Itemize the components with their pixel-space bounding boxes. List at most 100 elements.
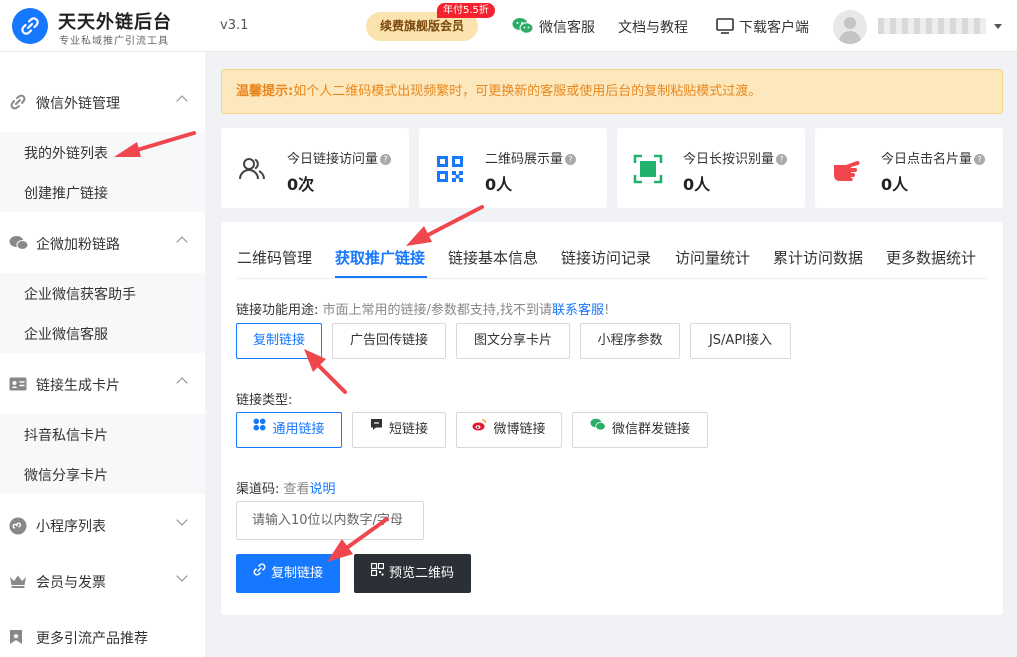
stat-value: 0人 (881, 175, 909, 194)
logo-icon[interactable] (12, 8, 48, 44)
sidebar-group-mini-programs[interactable]: 小程序列表 (0, 505, 205, 545)
sidebar-item-wecom-service[interactable]: 企业微信客服 (0, 313, 205, 353)
link-icon (9, 94, 27, 110)
sidebar: 微信外链管理 我的外链列表 创建推广链接 企微加粉链路 企业微信获客助手 企业微… (0, 52, 205, 657)
sidebar-item-label: 微信分享卡片 (24, 468, 108, 484)
main-content: 温馨提示:如个人二维码模式出现频繁时，可更换新的客服或使用后台的复制粘贴模式过渡… (205, 52, 1017, 655)
sidebar-item-wecom-assistant[interactable]: 企业微信获客助手 (0, 273, 205, 313)
preview-qrcode-button[interactable]: 预览二维码 (354, 554, 471, 593)
help-icon: ? (380, 154, 392, 165)
sidebar-group-label: 微信外链管理 (36, 96, 120, 112)
usage-js-api-button[interactable]: JS/API接入 (690, 323, 791, 359)
bookmark-icon (9, 629, 27, 645)
download-client-link[interactable]: 下载客户端 (716, 17, 809, 38)
crown-icon (9, 573, 27, 589)
sidebar-item-label: 企业微信获客助手 (24, 287, 136, 303)
stat-label: 今日链接访问量? (287, 148, 392, 167)
tab-cumulative-data[interactable]: 累计访问数据 (773, 247, 863, 268)
avatar[interactable] (833, 10, 867, 44)
sidebar-item-my-links[interactable]: 我的外链列表 (0, 132, 205, 172)
wechat-service-label: 微信客服 (539, 20, 595, 36)
sidebar-group-label: 小程序列表 (36, 519, 106, 535)
contact-service-link[interactable]: 联系客服 (552, 303, 604, 318)
notice-prefix: 温馨提示: (236, 84, 294, 99)
type-short-link-button[interactable]: 短链接 (352, 412, 446, 448)
sidebar-group-membership[interactable]: 会员与发票 (0, 561, 205, 601)
type-universal-link-button[interactable]: 通用链接 (236, 412, 342, 448)
help-icon: ? (974, 154, 986, 165)
sidebar-group-label: 会员与发票 (36, 575, 106, 591)
users-icon (237, 154, 267, 184)
sidebar-item-label: 企业微信客服 (24, 327, 108, 343)
scan-icon (633, 154, 663, 184)
active-tab-indicator (335, 276, 427, 278)
usage-copy-link-button[interactable]: 复制链接 (236, 323, 322, 359)
tab-link-basic-info[interactable]: 链接基本信息 (448, 247, 538, 268)
channel-code-label: 渠道码: 查看说明 (236, 482, 336, 497)
download-client-label: 下载客户端 (739, 20, 809, 36)
wechat-icon (512, 17, 534, 39)
usage-label: 链接功能用途: 市面上常用的链接/参数都支持,找不到请联系客服! (236, 303, 610, 318)
help-icon: ? (776, 154, 788, 165)
sidebar-group-cards[interactable]: 链接生成卡片 (0, 364, 205, 404)
monitor-icon (716, 18, 734, 38)
stat-card-qrcode: 二维码展示量? 0人 (419, 128, 607, 208)
username-blurred[interactable] (878, 18, 986, 34)
sidebar-group-label: 链接生成卡片 (36, 378, 120, 394)
link-panel: 二维码管理 获取推广链接 链接基本信息 链接访问记录 访问量统计 累计访问数据 … (221, 222, 1003, 615)
sidebar-item-create-link[interactable]: 创建推广链接 (0, 172, 205, 212)
qrcode-icon (435, 154, 465, 184)
help-icon: ? (565, 154, 577, 165)
stat-card-card-clicks: 今日点击名片量? 0人 (815, 128, 1003, 208)
usage-share-card-button[interactable]: 图文分享卡片 (456, 323, 570, 359)
sidebar-item-label: 抖音私信卡片 (24, 428, 108, 444)
sidebar-group-wechat-links[interactable]: 微信外链管理 (0, 82, 205, 122)
chevron-down-icon[interactable] (994, 24, 1002, 29)
pointing-hand-icon (831, 154, 861, 184)
notice-text: 如个人二维码模式出现频繁时，可更换新的客服或使用后台的复制粘贴模式过渡。 (293, 84, 762, 99)
wechat-service-link[interactable]: 微信客服 (512, 17, 595, 39)
docs-link[interactable]: 文档与教程 (618, 17, 688, 37)
message-icon (370, 411, 383, 445)
stat-label: 今日长按识别量? (683, 148, 788, 167)
id-card-icon (9, 376, 27, 392)
qrcode-icon (370, 553, 385, 592)
logo-title[interactable]: 天天外链后台 (58, 8, 172, 34)
sidebar-item-wechat-card[interactable]: 微信分享卡片 (0, 454, 205, 494)
chat-bubbles-icon (9, 235, 29, 251)
chevron-up-icon (176, 236, 188, 248)
top-header: 天天外链后台 专业私域推广引流工具 v3.1 续费旗舰版会员 年付5.5折 微信… (0, 0, 1017, 52)
sidebar-item-label: 创建推广链接 (24, 186, 108, 202)
tab-more-stats[interactable]: 更多数据统计 (886, 247, 976, 268)
stat-value: 0人 (683, 175, 711, 194)
sidebar-group-wecom[interactable]: 企微加粉链路 (0, 223, 205, 263)
tab-get-promo-link[interactable]: 获取推广链接 (335, 247, 425, 268)
stat-value: 0人 (485, 175, 513, 194)
grid-dots-icon (253, 411, 266, 445)
channel-code-input[interactable]: 请输入10位以内数字/字母 (236, 501, 424, 540)
sidebar-item-douyin-card[interactable]: 抖音私信卡片 (0, 414, 205, 454)
tab-divider (237, 278, 987, 279)
usage-mini-program-button[interactable]: 小程序参数 (580, 323, 680, 359)
tab-qrcode-management[interactable]: 二维码管理 (237, 247, 312, 268)
sidebar-group-label: 更多引流产品推荐 (36, 631, 148, 647)
link-icon (253, 553, 266, 592)
type-wechat-broadcast-button[interactable]: 微信群发链接 (572, 412, 708, 448)
notice-banner: 温馨提示:如个人二维码模式出现频繁时，可更换新的客服或使用后台的复制粘贴模式过渡… (221, 69, 1003, 114)
tab-visit-stats[interactable]: 访问量统计 (675, 247, 750, 268)
sidebar-group-more-products[interactable]: 更多引流产品推荐 (0, 617, 205, 657)
weibo-icon (472, 411, 487, 445)
sidebar-group-label: 企微加粉链路 (36, 237, 120, 253)
tab-visit-records[interactable]: 链接访问记录 (561, 247, 651, 268)
discount-badge: 年付5.5折 (437, 3, 495, 18)
stat-card-scans: 今日长按识别量? 0人 (617, 128, 805, 208)
channel-help-link[interactable]: 说明 (310, 482, 336, 497)
chevron-down-icon (176, 570, 188, 582)
stat-label: 今日点击名片量? (881, 148, 986, 167)
type-weibo-link-button[interactable]: 微博链接 (456, 412, 562, 448)
usage-ad-callback-button[interactable]: 广告回传链接 (332, 323, 446, 359)
version-label: v3.1 (220, 18, 249, 33)
copy-link-button[interactable]: 复制链接 (236, 554, 340, 593)
chevron-up-icon (176, 377, 188, 389)
chevron-up-icon (176, 95, 188, 107)
